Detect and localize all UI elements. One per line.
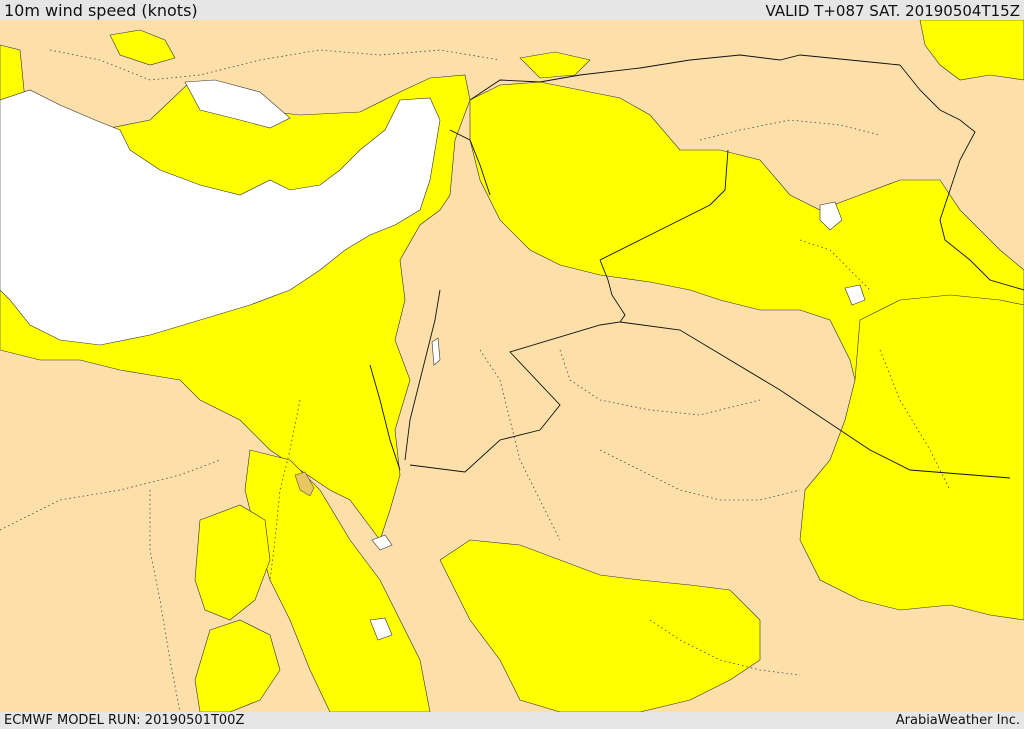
footer-bar: ECMWF MODEL RUN: 20190501T00Z ArabiaWeat… — [0, 712, 1024, 729]
map-canvas — [0, 20, 1024, 712]
valid-time-label: VALID T+087 SAT. 20190504T15Z — [765, 2, 1020, 20]
model-run-label: ECMWF MODEL RUN: 20190501T00Z — [4, 713, 245, 728]
wind-speed-map[interactable] — [0, 20, 1024, 712]
map-title: 10m wind speed (knots) — [4, 1, 198, 20]
header-bar: 10m wind speed (knots) VALID T+087 SAT. … — [0, 0, 1024, 20]
credit-label: ArabiaWeather Inc. — [895, 713, 1020, 728]
